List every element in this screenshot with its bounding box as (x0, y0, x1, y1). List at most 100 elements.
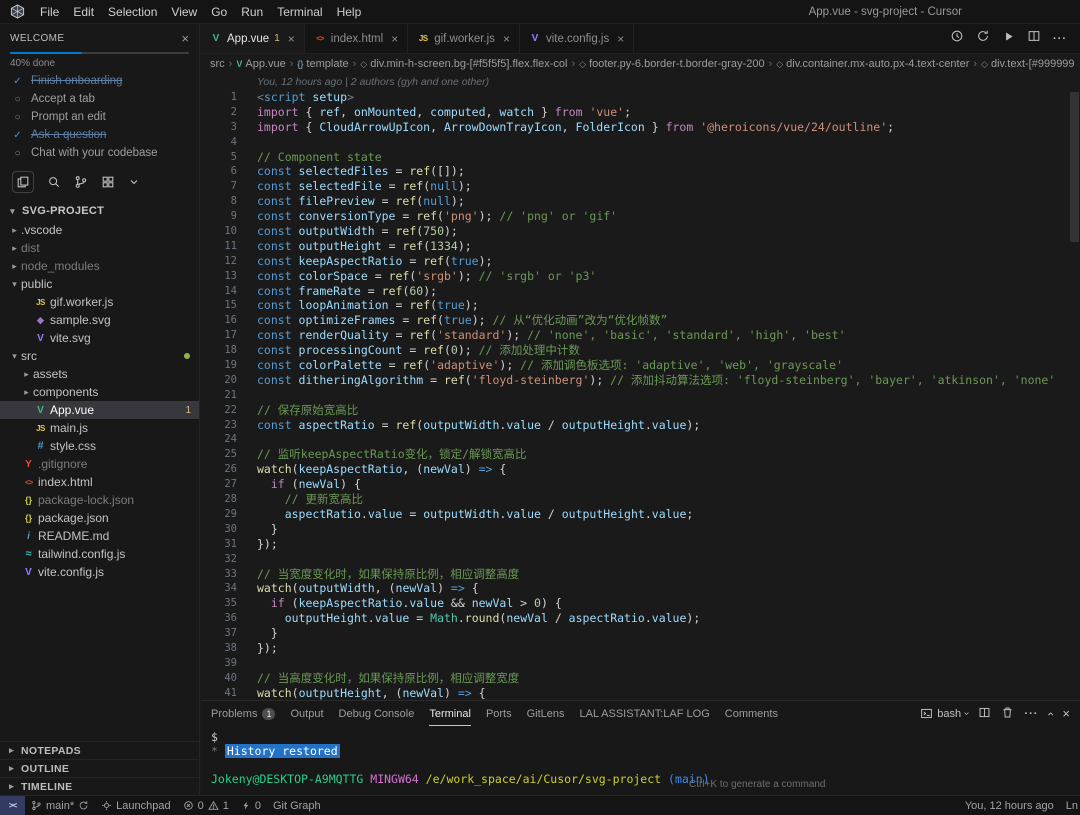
panel-tab-ports[interactable]: Ports (486, 701, 512, 726)
code-line[interactable]: 2import { ref, onMounted, computed, watc… (201, 105, 1080, 120)
problems-status[interactable]: 0 1 (177, 796, 235, 815)
search-icon[interactable] (47, 175, 61, 189)
tree-folder-dist[interactable]: ▸dist (0, 239, 199, 257)
panel-tab-problems[interactable]: Problems1 (211, 701, 275, 726)
more-actions-icon[interactable]: ··· (1053, 33, 1067, 45)
sync-icon[interactable] (976, 29, 990, 48)
chevron-down-icon[interactable] (128, 176, 140, 188)
code-line[interactable]: 3import { CloudArrowUpIcon, ArrowDownTra… (201, 120, 1080, 135)
menu-run[interactable]: Run (234, 0, 270, 23)
welcome-task[interactable]: ✓Ask a question (0, 126, 199, 144)
panel-tab-gitlens[interactable]: GitLens (527, 701, 565, 726)
tab-index.html[interactable]: <>index.html× (305, 24, 408, 53)
panel-tab-output[interactable]: Output (290, 701, 323, 726)
terminal-output[interactable]: $* History restoredJokeny@DESKTOP-A9MQTT… (201, 726, 1080, 795)
code-line[interactable]: 24 (201, 432, 1080, 447)
tab-vite.config.js[interactable]: Vvite.config.js× (520, 24, 634, 53)
tree-folder-.vscode[interactable]: ▸.vscode (0, 221, 199, 239)
sidebar-section-timeline[interactable]: ▸TIMELINE (0, 777, 199, 795)
code-line[interactable]: 5// Component state (201, 150, 1080, 165)
breadcrumb-item[interactable]: src (210, 58, 225, 70)
code-line[interactable]: 8const filePreview = ref(null); (201, 194, 1080, 209)
code-line[interactable]: 39 (201, 656, 1080, 671)
breadcrumb-item[interactable]: VApp.vue (236, 58, 285, 70)
breadcrumb-item[interactable]: ◇div.container.mx-auto.px-4.text-center (776, 58, 969, 70)
close-icon[interactable]: × (391, 32, 398, 46)
scrollbar-thumb[interactable] (1070, 92, 1079, 242)
branch-status[interactable]: main* (25, 796, 95, 815)
tree-file-style.css[interactable]: #style.css (0, 437, 199, 455)
code-line[interactable]: 9const conversionType = ref('png'); // '… (201, 209, 1080, 224)
welcome-task[interactable]: ✓Finish onboarding (0, 72, 199, 90)
explorer-project-header[interactable]: ▾ SVG-PROJECT (0, 199, 199, 221)
tree-file-.gitignore[interactable]: Y.gitignore (0, 455, 199, 473)
tree-file-gif.worker.js[interactable]: JSgif.worker.js (0, 293, 199, 311)
welcome-task[interactable]: ○Chat with your codebase (0, 144, 199, 162)
code-line[interactable]: 33// 当宽度变化时，如果保持原比例，相应调整高度 (201, 567, 1080, 582)
code-line[interactable]: 35 if (keepAspectRatio.value && newVal >… (201, 596, 1080, 611)
tree-file-index.html[interactable]: <>index.html (0, 473, 199, 491)
chevron-up-icon[interactable]: › (1043, 712, 1057, 716)
blame-status[interactable]: You, 12 hours ago (959, 796, 1060, 815)
code-line[interactable]: 18const processingCount = ref(0); // 添加处… (201, 343, 1080, 358)
code-editor[interactable]: 1<script setup>2import { ref, onMounted,… (201, 90, 1080, 700)
code-line[interactable]: 38}); (201, 641, 1080, 656)
code-line[interactable]: 27 if (newVal) { (201, 477, 1080, 492)
tree-folder-src[interactable]: ▾src (0, 347, 199, 365)
menu-edit[interactable]: Edit (66, 0, 101, 23)
code-line[interactable]: 1<script setup> (201, 90, 1080, 105)
close-icon[interactable]: × (617, 32, 624, 46)
close-panel-icon[interactable]: × (1062, 706, 1070, 721)
shell-selector[interactable]: bash › (920, 707, 968, 720)
close-icon[interactable]: × (181, 34, 189, 44)
tab-gif.worker.js[interactable]: JSgif.worker.js× (408, 24, 520, 53)
source-control-icon[interactable] (74, 175, 88, 189)
code-line[interactable]: 40// 当高度变化时，如果保持原比例，相应调整宽度 (201, 671, 1080, 686)
sidebar-section-notepads[interactable]: ▸NOTEPADS (0, 741, 199, 759)
tree-file-vite.svg[interactable]: Vvite.svg (0, 329, 199, 347)
code-line[interactable]: 29 aspectRatio.value = outputWidth.value… (201, 507, 1080, 522)
sidebar-section-outline[interactable]: ▸OUTLINE (0, 759, 199, 777)
more-actions-icon[interactable]: ··· (1024, 708, 1038, 720)
tree-file-vite.config.js[interactable]: Vvite.config.js (0, 563, 199, 581)
tree-file-package.json[interactable]: {}package.json (0, 509, 199, 527)
code-line[interactable]: 23const aspectRatio = ref(outputWidth.va… (201, 418, 1080, 433)
code-line[interactable]: 10const outputWidth = ref(750); (201, 224, 1080, 239)
menu-file[interactable]: File (33, 0, 66, 23)
remote-indicator[interactable]: >< (0, 796, 25, 815)
panel-tab-debug-console[interactable]: Debug Console (339, 701, 415, 726)
breadcrumb-item[interactable]: ◇footer.py-6.border-t.border-gray-200 (579, 58, 764, 70)
code-line[interactable]: 25// 监听keepAspectRatio变化，锁定/解锁宽高比 (201, 447, 1080, 462)
explorer-view-icon[interactable] (12, 171, 34, 193)
git-graph-status[interactable]: Git Graph (267, 796, 327, 815)
tree-file-package-lock.json[interactable]: {}package-lock.json (0, 491, 199, 509)
kill-terminal-icon[interactable] (1001, 706, 1014, 722)
tree-file-App.vue[interactable]: VApp.vue1 (0, 401, 199, 419)
welcome-task[interactable]: ○Prompt an edit (0, 108, 199, 126)
port-status[interactable]: 0 (235, 796, 267, 815)
code-line[interactable]: 32 (201, 552, 1080, 567)
menu-view[interactable]: View (164, 0, 204, 23)
code-line[interactable]: 31}); (201, 537, 1080, 552)
cursor-position-status[interactable]: Ln (1060, 796, 1080, 815)
tab-App.vue[interactable]: VApp.vue1× (201, 24, 305, 53)
code-line[interactable]: 12const keepAspectRatio = ref(true); (201, 254, 1080, 269)
tree-folder-public[interactable]: ▾public (0, 275, 199, 293)
code-line[interactable]: 21 (201, 388, 1080, 403)
breadcrumb-item[interactable]: ◇div.text-[#999999 (981, 58, 1075, 70)
scrollbar[interactable] (1069, 90, 1079, 700)
menu-terminal[interactable]: Terminal (270, 0, 329, 23)
close-icon[interactable]: × (503, 32, 510, 46)
tree-folder-node_modules[interactable]: ▸node_modules (0, 257, 199, 275)
breadcrumb-item[interactable]: {}template (297, 58, 348, 70)
panel-tab-comments[interactable]: Comments (725, 701, 778, 726)
launchpad-status[interactable]: Launchpad (95, 796, 176, 815)
tree-folder-assets[interactable]: ▸assets (0, 365, 199, 383)
tree-file-sample.svg[interactable]: ◆sample.svg (0, 311, 199, 329)
tree-file-main.js[interactable]: JSmain.js (0, 419, 199, 437)
code-line[interactable]: 13const colorSpace = ref('srgb'); // 'sr… (201, 269, 1080, 284)
extensions-icon[interactable] (101, 175, 115, 189)
code-line[interactable]: 34watch(outputWidth, (newVal) => { (201, 581, 1080, 596)
code-line[interactable]: 41watch(outputHeight, (newVal) => { (201, 686, 1080, 700)
split-terminal-icon[interactable] (978, 706, 991, 722)
